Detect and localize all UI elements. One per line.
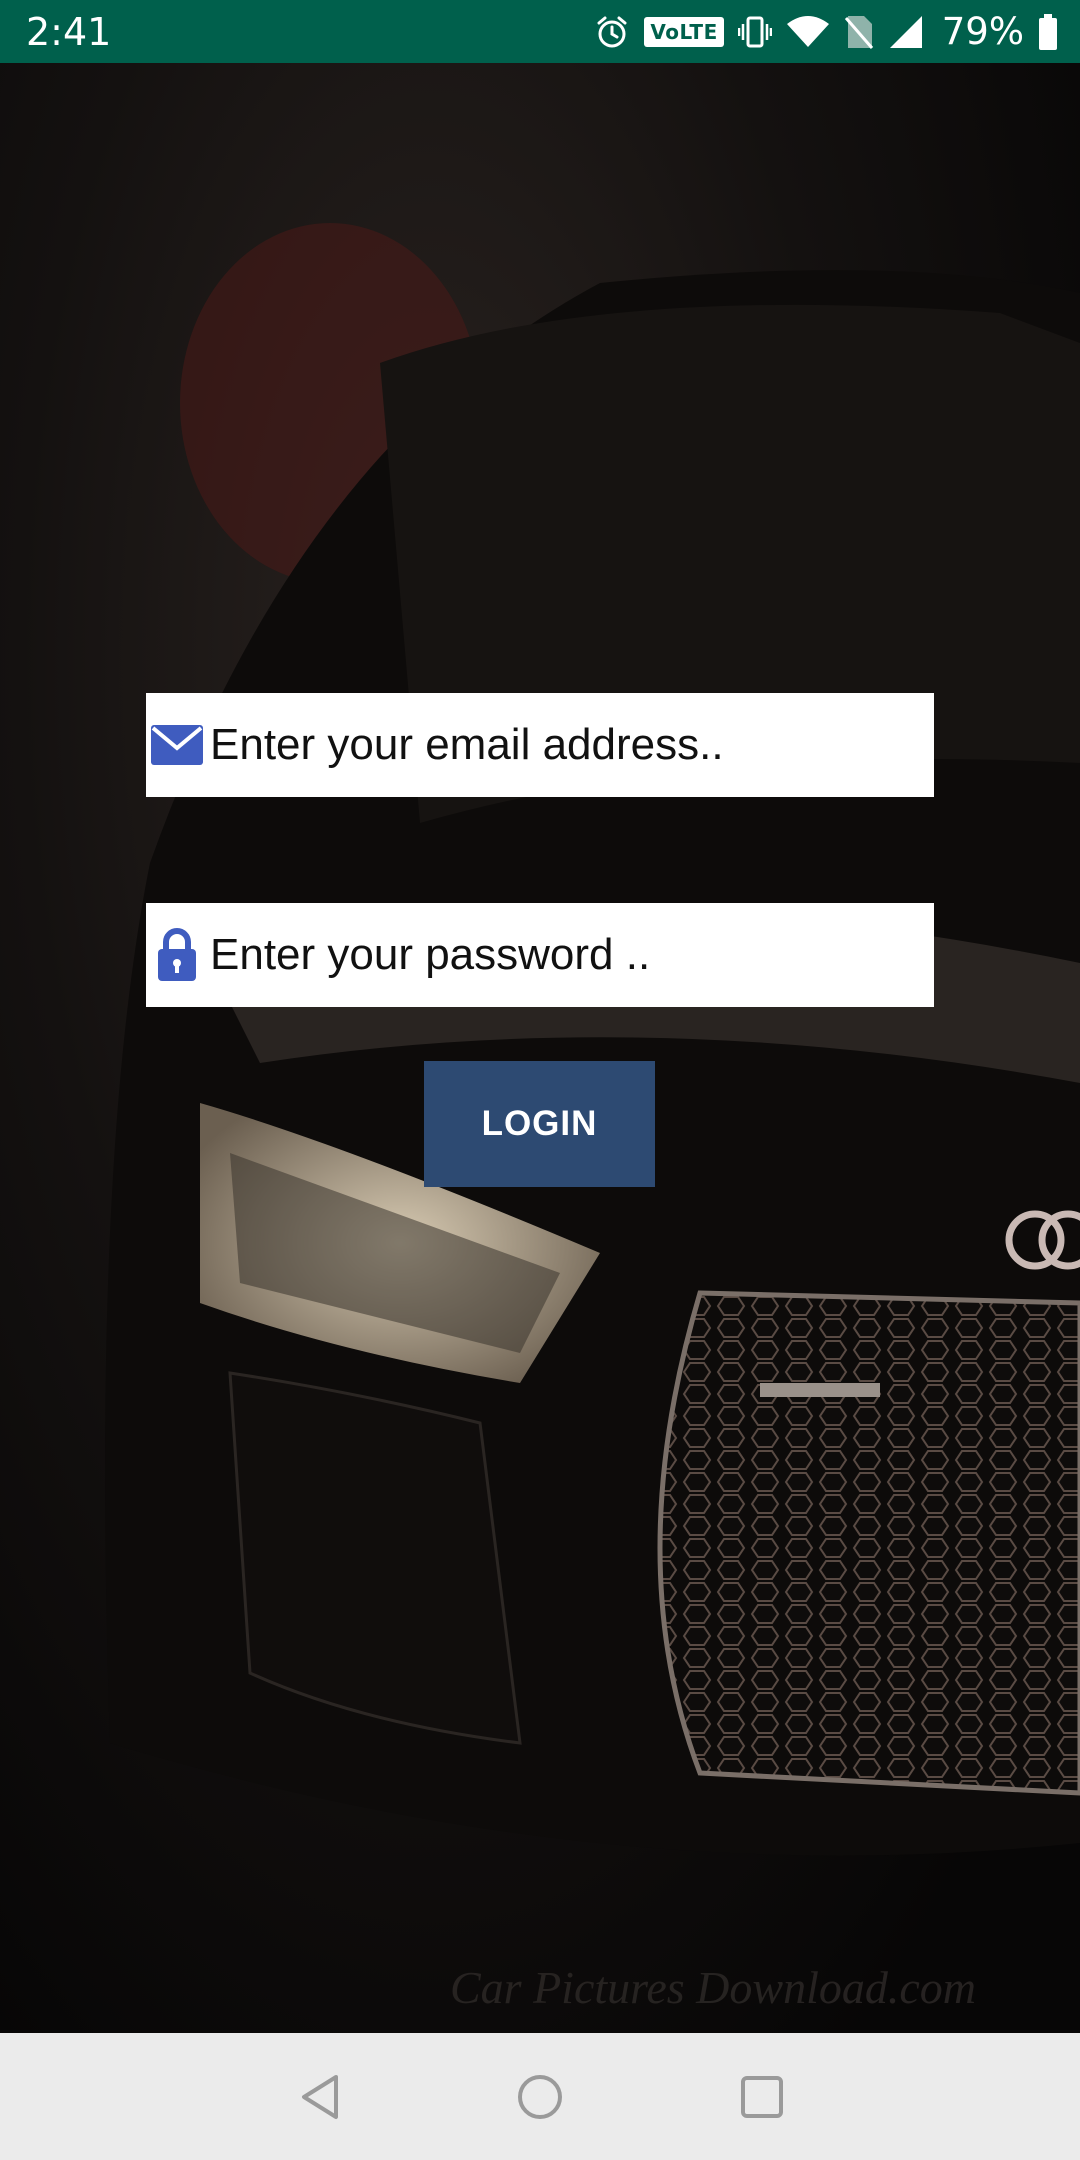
password-input[interactable] bbox=[208, 903, 934, 1007]
home-icon bbox=[518, 2074, 562, 2119]
volte-icon: VoLTE bbox=[644, 16, 724, 47]
signal-icon bbox=[888, 14, 924, 50]
password-field[interactable] bbox=[146, 903, 934, 1007]
navigation-bar bbox=[0, 2033, 1080, 2160]
recents-button[interactable] bbox=[692, 2033, 832, 2160]
back-button[interactable] bbox=[250, 2033, 390, 2160]
battery-percent: 79% bbox=[941, 10, 1024, 53]
volte-badge: VoLTE bbox=[644, 16, 724, 47]
status-icons: VoLTE 79% bbox=[594, 0, 1058, 63]
wifi-icon bbox=[786, 14, 830, 50]
alarm-icon bbox=[594, 14, 630, 50]
background-car-photo: Car Pictures Download.com bbox=[0, 63, 1080, 2033]
email-input[interactable] bbox=[208, 693, 934, 797]
email-field[interactable] bbox=[146, 693, 934, 797]
home-button[interactable] bbox=[470, 2033, 610, 2160]
recents-icon bbox=[741, 2075, 783, 2118]
status-bar: 2:41 VoLTE 79% bbox=[0, 0, 1080, 63]
vibrate-icon bbox=[737, 14, 772, 50]
watermark-text: Car Pictures Download.com bbox=[450, 1962, 976, 2013]
mail-icon bbox=[146, 693, 208, 797]
back-icon bbox=[302, 2074, 338, 2119]
status-time: 2:41 bbox=[26, 10, 112, 54]
login-button[interactable]: LOGIN bbox=[424, 1061, 655, 1187]
login-screen: 2:41 VoLTE 79% Car Pictures Download.com… bbox=[0, 0, 1080, 2160]
lock-icon bbox=[146, 903, 208, 1007]
no-sim-icon bbox=[844, 14, 874, 50]
battery-icon bbox=[1038, 13, 1058, 51]
